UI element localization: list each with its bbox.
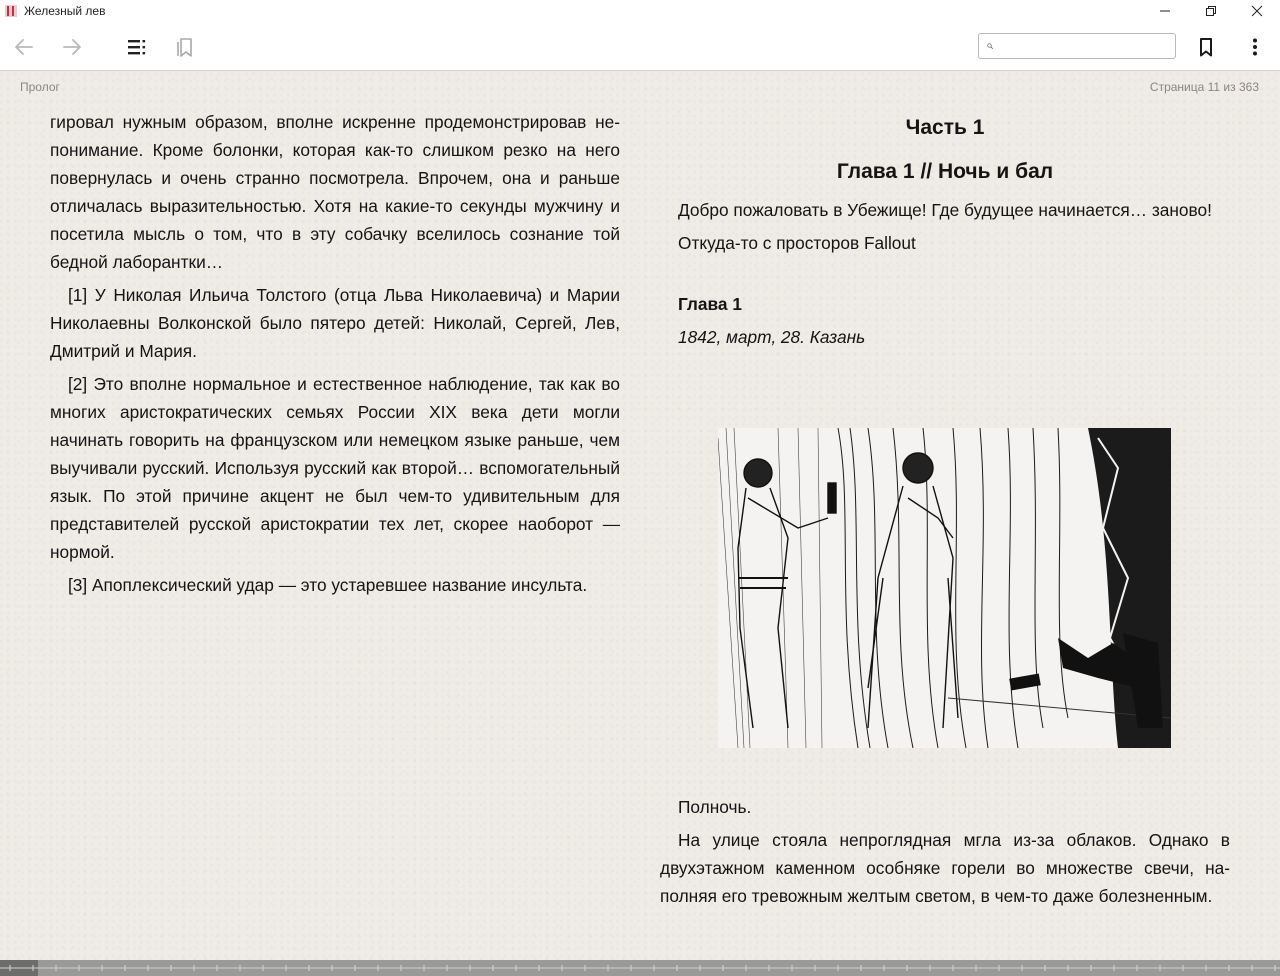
bookmarks-list-icon bbox=[177, 38, 192, 57]
left-page: гировал нужным образом, вполне искренне … bbox=[50, 108, 620, 604]
close-button[interactable] bbox=[1234, 0, 1280, 22]
chapter-illustration bbox=[718, 428, 1171, 748]
reader-toolbar bbox=[0, 22, 1280, 71]
chapter-label: Глава 1 bbox=[678, 294, 742, 314]
window-controls bbox=[1142, 0, 1280, 22]
restore-button[interactable] bbox=[1188, 0, 1234, 22]
back-button[interactable] bbox=[11, 34, 37, 60]
section-name: Пролог bbox=[20, 80, 60, 94]
dateline: 1842, март, 28. Казань bbox=[678, 327, 866, 347]
window-title: Железный лев bbox=[24, 4, 106, 18]
minimize-button[interactable] bbox=[1142, 0, 1188, 22]
kebab-menu-icon bbox=[1253, 38, 1257, 56]
add-bookmark-button[interactable] bbox=[1193, 34, 1219, 60]
chapter-title: Глава 1 // Ночь и бал bbox=[836, 160, 1054, 183]
footnote: [1] У Николая Ильича Толстого (отца Льва… bbox=[50, 285, 620, 361]
page-counter: Страница 11 из 363 bbox=[1149, 80, 1259, 94]
search-icon bbox=[987, 43, 993, 49]
minimize-icon bbox=[1160, 10, 1170, 12]
right-page: Часть 1 Глава 1 // Ночь и бал Добро пожа… bbox=[660, 108, 1230, 356]
bookmark-icon bbox=[1200, 38, 1212, 57]
contents-list-icon bbox=[128, 40, 146, 55]
arrow-right-icon bbox=[63, 39, 81, 55]
restore-icon bbox=[1206, 6, 1216, 16]
table-of-contents-button[interactable] bbox=[124, 34, 150, 60]
part-title: Часть 1 bbox=[905, 116, 985, 139]
search-input[interactable] bbox=[999, 35, 1175, 57]
paragraph: гировал нужным образом, вполне искренне … bbox=[50, 112, 620, 272]
progress-ticks bbox=[0, 965, 1280, 971]
paragraph: На улице стояла непроглядная мгла из-за … bbox=[660, 830, 1230, 906]
footnote: [2] Это вполне нормальное и естественное… bbox=[50, 374, 620, 562]
arrow-left-icon bbox=[15, 39, 33, 55]
epigraph: Добро пожаловать в Убежище! Где будущее … bbox=[678, 200, 1212, 220]
close-icon bbox=[1251, 5, 1263, 17]
reading-progress-bar[interactable] bbox=[0, 960, 1280, 976]
bookmarks-list-button[interactable] bbox=[172, 34, 198, 60]
forward-button[interactable] bbox=[59, 34, 85, 60]
window-titlebar: Железный лев bbox=[0, 0, 1280, 22]
search-field[interactable] bbox=[978, 33, 1176, 59]
app-book-icon bbox=[4, 4, 18, 18]
footnote: [3] Апоплексический удар — это устаревше… bbox=[68, 575, 588, 595]
more-menu-button[interactable] bbox=[1242, 34, 1268, 60]
right-page-lower: Полночь. На улице стояла непроглядная мг… bbox=[660, 793, 1230, 915]
paragraph: Полночь. bbox=[678, 797, 752, 817]
epigraph-source: Откуда-то с просторов Fallout bbox=[678, 233, 916, 253]
